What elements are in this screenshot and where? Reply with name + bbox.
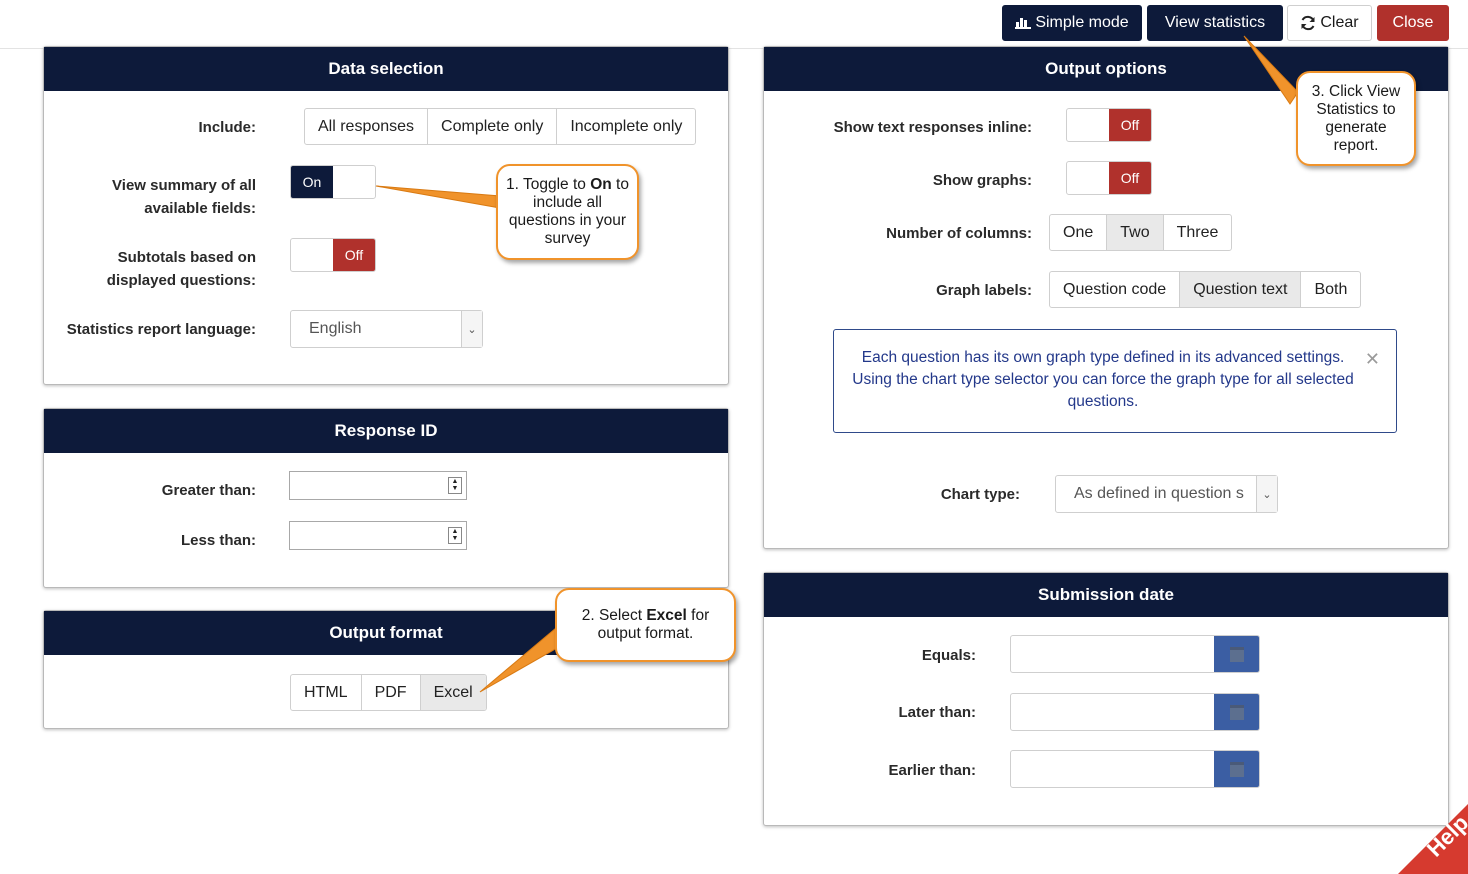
report-language-value: English [309,320,362,337]
response-id-title: Response ID [44,409,728,453]
calendar-icon [1229,704,1244,720]
include-all-responses[interactable]: All responses [305,109,429,144]
calendar-icon [1229,646,1244,662]
submission-date-title: Submission date [764,573,1448,617]
chart-type-select[interactable]: As defined in question s ⌄ [1055,475,1278,513]
format-pdf[interactable]: PDF [362,675,421,710]
earlier-than-date-input[interactable] [1010,750,1260,788]
show-graphs-toggle[interactable]: Off [1066,161,1152,195]
view-statistics-button[interactable]: View statistics [1147,5,1283,41]
view-summary-label: View summary of all available fields: [112,177,256,217]
toggle-off-state: Off [1109,109,1151,141]
include-incomplete-only[interactable]: Incomplete only [557,109,695,144]
chart-type-label: Chart type: [940,486,1020,503]
callout-2-prefix: 2. Select [581,607,647,624]
report-language-select[interactable]: English ⌄ [290,310,483,348]
callout-1-prefix: 1. Toggle to [506,176,591,193]
graph-labels-segmented-control: Question code Question text Both [1049,271,1362,308]
calendar-icon [1229,761,1244,777]
clear-label: Clear [1320,14,1359,31]
callout-2-bold: Excel [646,607,687,624]
columns-three[interactable]: Three [1164,215,1232,250]
refresh-icon [1301,15,1315,31]
later-than-label: Later than: [898,704,976,721]
subtotals-label: Subtotals based on displayed questions: [106,249,256,289]
graph-labels-question-code[interactable]: Question code [1050,272,1181,307]
earlier-than-label: Earlier than: [888,762,976,779]
format-excel[interactable]: Excel [420,675,486,710]
graph-labels-label: Graph labels: [936,282,1032,299]
response-id-panel: Response ID Greater than: ▲ ▼ Less than: … [43,408,729,588]
toggle-on-state: On [291,166,333,198]
view-summary-toggle[interactable]: On [290,165,376,199]
callout-step-3-text: 3. Click View Statistics to generate rep… [1311,82,1401,154]
columns-two[interactable]: Two [1107,215,1164,250]
data-selection-title: Data selection [44,47,728,91]
calendar-button[interactable] [1214,636,1259,672]
include-complete-only[interactable]: Complete only [428,109,558,144]
greater-than-input[interactable]: ▲ ▼ [289,471,467,500]
callout-1-bold: On [590,176,612,193]
bar-chart-icon [1015,17,1032,29]
toggle-off-state: Off [333,239,375,271]
less-than-input[interactable]: ▲ ▼ [289,521,467,550]
chart-type-value: As defined in question s [1074,485,1244,502]
close-label: Close [1392,14,1434,31]
callout-step-1: 1. Toggle to On to include all questions… [496,164,639,260]
submission-date-panel: Submission date Equals: Later than: Earl… [763,572,1449,826]
calendar-button[interactable] [1214,694,1259,730]
toggle-off-state: Off [1109,162,1151,194]
calendar-button[interactable] [1214,751,1259,787]
text-inline-toggle[interactable]: Off [1066,108,1152,142]
chevron-down-icon: ⌄ [1256,476,1277,512]
top-toolbar: Simple mode View statistics Clear Close [0,0,1468,49]
close-button[interactable]: Close [1377,5,1449,41]
later-than-date-input[interactable] [1010,693,1260,731]
help-tab-shape: Help [1398,804,1468,874]
equals-label: Equals: [921,647,976,664]
columns-segmented-control: One Two Three [1049,214,1233,251]
text-inline-label: Show text responses inline: [833,119,1032,136]
show-graphs-label: Show graphs: [932,172,1032,189]
include-segmented-control: All responses Complete only Incomplete o… [304,108,697,145]
include-label: Include: [198,119,256,136]
equals-date-input[interactable] [1010,635,1260,673]
graph-type-info-alert: Each question has its own graph type def… [833,329,1397,433]
spinner-icon[interactable]: ▲ ▼ [448,477,462,494]
columns-label: Number of columns: [886,225,1032,242]
greater-than-label: Greater than: [161,482,256,499]
info-alert-text: Each question has its own graph type def… [852,349,1354,410]
close-icon[interactable]: ✕ [1365,348,1380,370]
view-statistics-label: View statistics [1164,14,1266,31]
help-tab[interactable]: Help [1378,774,1468,874]
callout-step-3: 3. Click View Statistics to generate rep… [1296,71,1416,166]
less-than-label: Less than: [180,532,256,549]
output-format-segmented-control: HTML PDF Excel [290,674,487,711]
chevron-down-icon: ⌄ [461,311,482,347]
simple-mode-button[interactable]: Simple mode [1002,5,1142,41]
callout-step-1-text: 1. Toggle to On to include all questions… [498,176,637,248]
simple-mode-label: Simple mode [1035,14,1129,31]
clear-button[interactable]: Clear [1287,5,1372,41]
format-html[interactable]: HTML [291,675,362,710]
callout-step-2: 2. Select Excel for output format. [555,588,736,662]
report-language-label: Statistics report language: [66,321,256,338]
subtotals-toggle[interactable]: Off [290,238,376,272]
spinner-icon[interactable]: ▲ ▼ [448,527,462,544]
columns-one[interactable]: One [1050,215,1108,250]
callout-step-2-text: 2. Select Excel for output format. [569,607,722,643]
graph-labels-question-text[interactable]: Question text [1180,272,1302,307]
graph-labels-both[interactable]: Both [1301,272,1360,307]
